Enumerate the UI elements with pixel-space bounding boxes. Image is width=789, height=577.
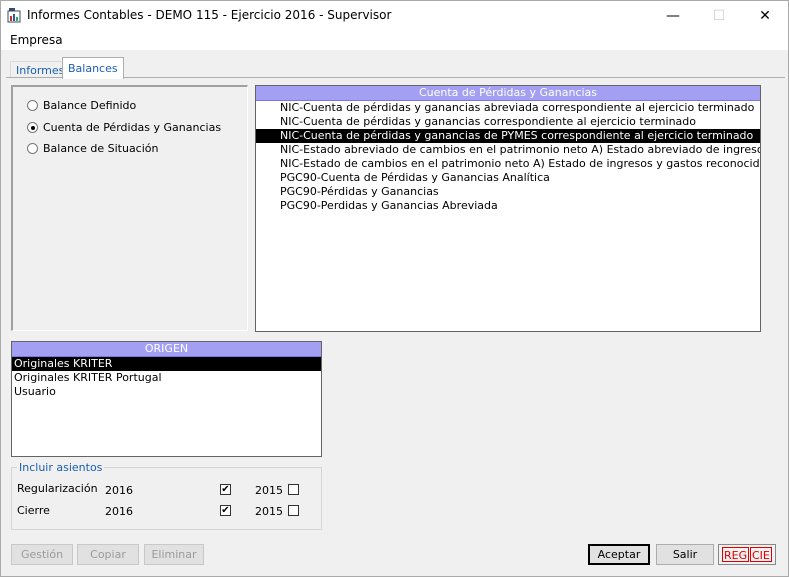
radio-icon <box>27 100 38 111</box>
main-window: Informes Contables - DEMO 115 - Ejercici… <box>0 0 789 577</box>
cierre-year2: 2015 <box>255 505 283 518</box>
include-entries-group <box>11 467 322 530</box>
report-list-item[interactable]: PGC90-Pérdidas y Ganancias <box>256 185 760 199</box>
button-label: Salir <box>672 548 698 561</box>
report-list-item[interactable]: PGC90-Cuenta de Pérdidas y Ganancias Ana… <box>256 171 760 185</box>
eliminar-button[interactable]: Eliminar <box>144 544 204 565</box>
reg-status-badge: REG <box>722 547 750 562</box>
origin-list[interactable]: ORIGEN Originales KRITER Originales KRIT… <box>11 341 322 457</box>
aceptar-button[interactable]: Aceptar <box>588 544 650 565</box>
radio-label: Balance Definido <box>43 99 137 112</box>
close-button[interactable]: ✕ <box>742 1 788 31</box>
cierre-year2-checkbox[interactable] <box>288 505 299 516</box>
gestion-button[interactable]: Gestión <box>11 544 73 565</box>
origin-list-header: ORIGEN <box>12 342 321 357</box>
salir-button[interactable]: Salir <box>656 544 714 565</box>
button-label: Eliminar <box>151 548 197 561</box>
report-list-item[interactable]: NIC-Estado abreviado de cambios en el pa… <box>256 143 760 157</box>
status-indicators: REG CIE <box>718 544 776 565</box>
report-list-item[interactable]: NIC-Estado de cambios en el patrimonio n… <box>256 157 760 171</box>
menu-empresa[interactable]: Empresa <box>10 33 63 47</box>
minimize-icon: — <box>666 8 680 24</box>
close-icon: ✕ <box>759 8 771 24</box>
radio-icon <box>27 143 38 154</box>
maximize-icon: ☐ <box>712 8 726 24</box>
radio-icon <box>27 122 38 133</box>
app-icon <box>7 8 21 23</box>
button-label: Copiar <box>90 548 126 561</box>
report-list-item[interactable]: NIC-Cuenta de pérdidas y ganancias abrev… <box>256 101 760 115</box>
regularizacion-year2-checkbox[interactable] <box>288 484 299 495</box>
report-list[interactable]: Cuenta de Pérdidas y Ganancias NIC-Cuent… <box>255 85 761 332</box>
report-list-items: NIC-Cuenta de pérdidas y ganancias abrev… <box>256 101 760 213</box>
button-label: Aceptar <box>597 548 641 561</box>
radio-label: Balance de Situación <box>43 142 159 155</box>
radio-cuenta-perdidas-ganancias[interactable]: Cuenta de Pérdidas y Ganancias <box>27 121 221 134</box>
report-list-item[interactable]: NIC-Cuenta de pérdidas y ganancias corre… <box>256 115 760 129</box>
minimize-button[interactable]: — <box>650 1 696 31</box>
menu-bar: Empresa <box>1 31 788 50</box>
title-bar: Informes Contables - DEMO 115 - Ejercici… <box>1 1 788 31</box>
radio-label: Cuenta de Pérdidas y Ganancias <box>43 121 222 134</box>
report-list-item-selected[interactable]: NIC-Cuenta de pérdidas y ganancias de PY… <box>256 129 760 143</box>
radio-balance-situacion[interactable]: Balance de Situación <box>27 142 158 155</box>
regularizacion-year1: 2016 <box>105 484 133 497</box>
copiar-button[interactable]: Copiar <box>77 544 139 565</box>
checkmark-icon: ✔ <box>221 505 230 516</box>
regularizacion-label: Regularización <box>17 482 98 495</box>
window-title: Informes Contables - DEMO 115 - Ejercici… <box>27 8 392 22</box>
regularizacion-year1-checkbox[interactable]: ✔ <box>220 484 231 495</box>
maximize-button: ☐ <box>696 1 742 31</box>
cierre-year1: 2016 <box>105 505 133 518</box>
cierre-label: Cierre <box>17 504 50 517</box>
include-entries-title: Incluir asientos <box>17 461 105 474</box>
report-list-item[interactable]: PGC90-Perdidas y Ganancias Abreviada <box>256 199 760 213</box>
checkmark-icon: ✔ <box>221 484 230 495</box>
report-list-header: Cuenta de Pérdidas y Ganancias <box>256 86 760 101</box>
cie-status-badge: CIE <box>750 547 772 562</box>
tab-balances[interactable]: Balances <box>62 57 124 79</box>
button-label: Gestión <box>20 548 64 561</box>
regularizacion-year2: 2015 <box>255 484 283 497</box>
cierre-year1-checkbox[interactable]: ✔ <box>220 505 231 516</box>
radio-balance-definido[interactable]: Balance Definido <box>27 99 136 112</box>
origin-list-item[interactable]: Usuario <box>12 385 321 399</box>
origin-list-item-selected[interactable]: Originales KRITER <box>12 357 321 371</box>
origin-list-item[interactable]: Originales KRITER Portugal <box>12 371 321 385</box>
